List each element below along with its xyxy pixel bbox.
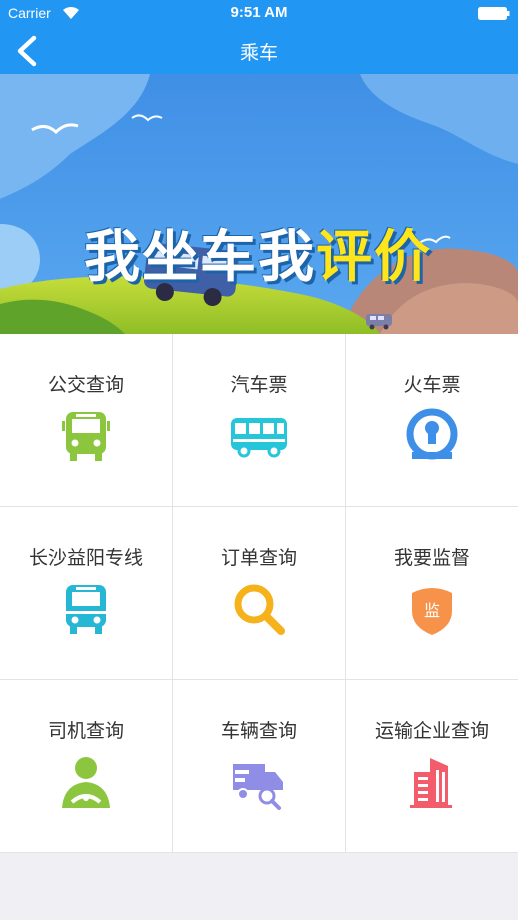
grid-item-label: 订单查询 <box>220 547 297 569</box>
coach-bus-icon <box>231 408 287 464</box>
service-grid: 公交查询 汽车票 火车票 长沙益阳专线 订单查询 我要监督 监 司机查询 车辆查… <box>0 334 518 853</box>
shield-badge-text: 监 <box>424 601 440 620</box>
truck-search-icon <box>231 754 287 810</box>
battery-icon <box>478 7 510 20</box>
status-bar: Carrier 9:51 AM <box>0 0 518 28</box>
grid-item-label: 汽车票 <box>230 374 288 396</box>
grid-item-driver-query[interactable]: 司机查询 <box>0 680 173 853</box>
grid-item-supervise[interactable]: 我要监督 监 <box>346 507 518 680</box>
page-title: 乘车 <box>239 42 278 64</box>
railway-logo-icon <box>404 408 460 464</box>
grid-item-bus-query[interactable]: 公交查询 <box>0 334 173 507</box>
building-icon <box>404 754 460 810</box>
clock: 9:51 AM <box>230 4 288 21</box>
grid-item-coach-ticket[interactable]: 汽车票 <box>173 334 346 507</box>
grid-item-label: 车辆查询 <box>220 720 297 742</box>
grid-item-train-ticket[interactable]: 火车票 <box>346 334 518 507</box>
grid-item-label: 我要监督 <box>393 547 470 569</box>
grid-item-vehicle-query[interactable]: 车辆查询 <box>173 680 346 853</box>
grid-item-label: 公交查询 <box>47 374 124 396</box>
banner-slogan-main: 我坐车我 <box>84 225 316 290</box>
bus-front-icon <box>58 581 114 637</box>
grid-item-changsha-yiyang-line[interactable]: 长沙益阳专线 <box>0 507 173 680</box>
grid-item-transport-company-query[interactable]: 运输企业查询 <box>346 680 518 853</box>
bus-front-icon <box>58 408 114 464</box>
magnifier-icon <box>231 581 287 637</box>
banner-slogan: 我坐车我评价 <box>84 212 432 293</box>
promo-banner[interactable]: 我坐车我评价 <box>0 74 518 334</box>
driver-icon <box>58 754 114 810</box>
grid-item-label: 运输企业查询 <box>374 720 489 742</box>
banner-illustration <box>0 74 518 334</box>
navigation-bar: 乘车 <box>0 28 518 74</box>
grid-item-label: 火车票 <box>403 374 461 396</box>
grid-item-label: 长沙益阳专线 <box>28 547 143 569</box>
banner-slogan-highlight: 评价 <box>316 225 432 290</box>
shield-icon: 监 <box>404 581 460 637</box>
grid-item-order-query[interactable]: 订单查询 <box>173 507 346 680</box>
grid-item-label: 司机查询 <box>47 720 124 742</box>
